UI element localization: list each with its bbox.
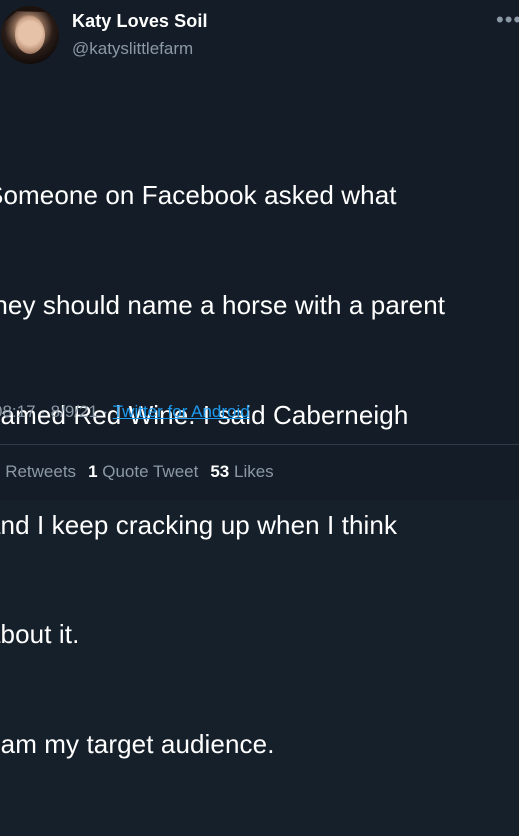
tweet-line: I am my target audience. [0,726,519,763]
quote-tweets-label: Quote Tweet [98,462,199,481]
retweets-label: Retweets [0,462,76,481]
quote-tweets-count: 1 [88,462,97,481]
tweet-date[interactable]: 8/9/21 [51,402,98,421]
likes-stat[interactable]: 53 Likes [210,462,273,481]
tweet-meta: 08:17 · 8/9/21 · Twitter for Android [0,402,250,422]
divider [0,444,519,445]
likes-label: Likes [229,462,273,481]
tweet-card: Katy Loves Soil @katyslittlefarm ••• Som… [0,0,519,500]
meta-separator: · [98,402,113,421]
avatar[interactable] [1,6,59,64]
user-handle[interactable]: @katyslittlefarm [72,39,193,59]
tweet-line: Someone on Facebook asked what [0,177,519,214]
tweet-line: they should name a horse with a parent [0,287,519,324]
quote-tweets-stat[interactable]: 1 Quote Tweet [88,462,198,481]
tweet-source-link[interactable]: Twitter for Android [113,402,250,421]
likes-count: 53 [210,462,229,481]
tweet-line: and I keep cracking up when I think [0,507,519,544]
retweets-stat[interactable]: 2 Retweets [0,462,76,481]
tweet-line: about it. [0,616,519,653]
avatar-face [15,16,45,54]
tweet-time: 08:17 [0,402,36,421]
engagement-stats: 2 Retweets 1 Quote Tweet 53 Likes [0,462,274,482]
display-name[interactable]: Katy Loves Soil [72,11,208,32]
more-options-icon[interactable]: ••• [496,14,519,34]
meta-separator: · [36,402,51,421]
